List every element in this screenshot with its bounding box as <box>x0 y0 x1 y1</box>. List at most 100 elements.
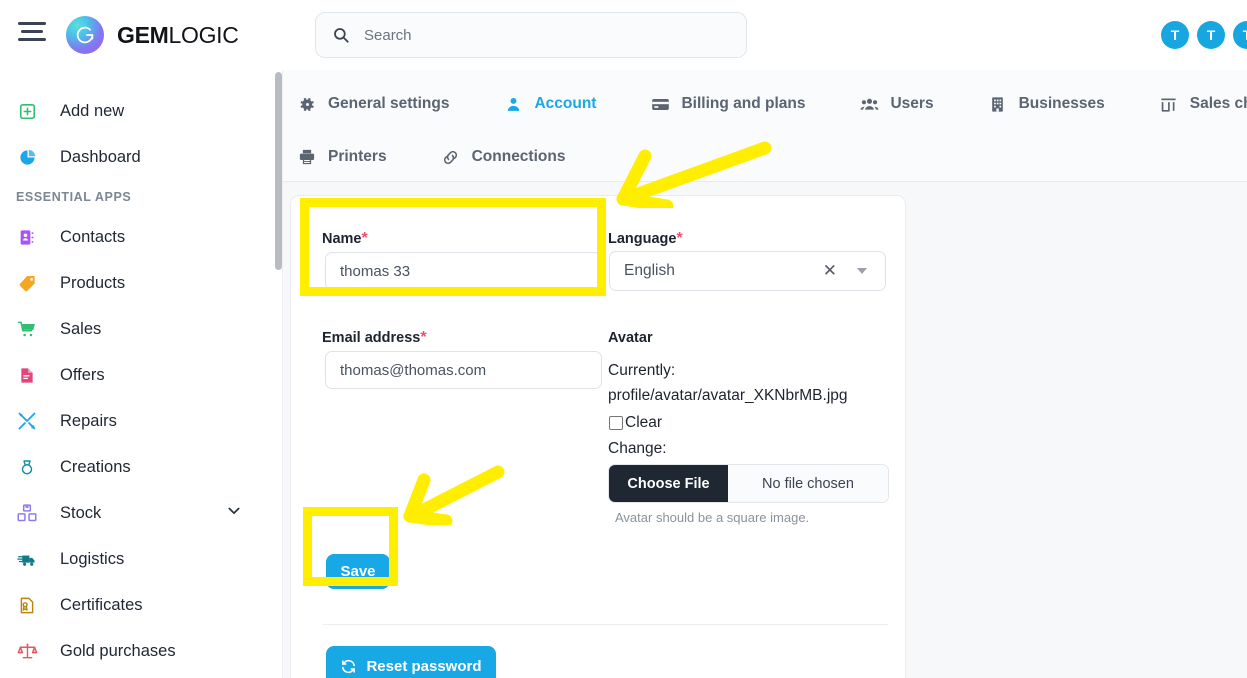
language-selected-value: English <box>624 262 675 279</box>
brand[interactable]: GEMLOGIC <box>66 16 239 54</box>
brand-name: GEMLOGIC <box>117 22 239 49</box>
reset-password-label: Reset password <box>366 658 482 675</box>
hamburger-menu-icon[interactable] <box>18 22 46 48</box>
name-label-text: Name <box>322 231 362 247</box>
sidebar-item-label: Offers <box>60 365 105 384</box>
tab-label: Users <box>890 95 934 112</box>
avatar-clear-row[interactable]: Clear <box>609 410 662 436</box>
tab-general-settings[interactable]: General settings <box>283 84 463 124</box>
gear-icon <box>297 94 317 114</box>
sidebar-item-creations[interactable]: Creations <box>0 444 274 490</box>
avatar-current-file: profile/avatar/avatar_XKNbrMB.jpg <box>608 387 848 404</box>
avatar-currently-label: Currently: <box>608 362 676 379</box>
sidebar-item-offers[interactable]: Offers <box>0 352 274 398</box>
avatar[interactable]: T <box>1233 21 1247 49</box>
reset-password-button[interactable]: Reset password <box>326 646 496 678</box>
name-input-value: thomas 33 <box>340 262 411 280</box>
brand-name-light: LOGIC <box>168 21 239 48</box>
tab-printers[interactable]: Printers <box>283 137 401 177</box>
boxes-icon <box>14 501 40 525</box>
tag-icon <box>14 271 40 295</box>
sidebar-scrollbar-thumb[interactable] <box>275 72 282 270</box>
sidebar-section-label: ESSENTIAL APPS <box>16 190 132 204</box>
language-label-text: Language <box>608 231 677 247</box>
gemlogic-g-logo <box>66 16 104 54</box>
user-icon <box>503 94 523 114</box>
sidebar-item-repairs[interactable]: Repairs <box>0 398 274 444</box>
tab-account[interactable]: Account <box>489 84 610 124</box>
required-mark: * <box>676 230 683 247</box>
tabs-row-2: Printers Connections <box>283 132 605 182</box>
sidebar-item-label: Dashboard <box>60 147 141 166</box>
sidebar-item-label: Sales <box>60 319 102 338</box>
sidebar-item-contacts[interactable]: Contacts <box>0 214 274 260</box>
refresh-sync-icon <box>340 658 357 675</box>
printer-icon <box>297 147 317 167</box>
email-input[interactable]: thomas@thomas.com <box>325 351 602 389</box>
address-book-icon <box>14 225 40 249</box>
search-bar[interactable] <box>315 12 747 58</box>
tab-label: Connections <box>471 148 566 165</box>
sidebar: Add new Dashboard ESSENTIAL APPS Contact… <box>0 70 274 678</box>
sidebar-item-label: Creations <box>60 457 131 476</box>
plus-square-icon <box>14 99 40 123</box>
app-root: GEMLOGIC T T T Add new <box>0 0 1247 678</box>
email-input-value: thomas@thomas.com <box>340 361 487 379</box>
sidebar-item-stock[interactable]: Stock <box>0 490 274 536</box>
avatar[interactable]: T <box>1161 21 1189 49</box>
shopping-cart-icon <box>14 317 40 341</box>
users-icon <box>859 94 879 114</box>
chevron-down-icon[interactable] <box>857 268 867 274</box>
account-form-card: Name* thomas 33 Language* English ✕ Emai… <box>290 195 906 678</box>
email-label-text: Email address <box>322 330 421 346</box>
clear-x-icon[interactable]: ✕ <box>823 261 837 281</box>
sidebar-item-label: Products <box>60 273 126 292</box>
tab-users[interactable]: Users <box>845 84 947 124</box>
search-icon <box>332 26 350 44</box>
sidebar-item-label: Stock <box>60 503 102 522</box>
tab-sales-channels[interactable]: Sales channels <box>1145 84 1247 124</box>
chevron-down-icon[interactable] <box>226 503 242 524</box>
required-mark: * <box>420 329 427 346</box>
save-button[interactable]: Save <box>326 554 390 589</box>
storefront-icon <box>1159 94 1179 114</box>
choose-file-button[interactable]: Choose File <box>609 465 728 502</box>
avatar-group: T T T <box>1161 21 1247 49</box>
tools-icon <box>14 409 40 433</box>
building-icon <box>988 94 1008 114</box>
sidebar-item-label: Add new <box>60 101 125 120</box>
sidebar-item-label: Contacts <box>60 227 126 246</box>
scales-icon <box>14 639 40 663</box>
sidebar-item-label: Logistics <box>60 549 125 568</box>
sidebar-item-add-new[interactable]: Add new <box>0 88 274 134</box>
offer-document-icon <box>14 363 40 387</box>
avatar-clear-checkbox[interactable] <box>609 416 623 430</box>
language-field-label: Language* <box>608 230 683 248</box>
tab-billing-and-plans[interactable]: Billing and plans <box>636 84 819 124</box>
sidebar-item-label: Gold purchases <box>60 641 176 660</box>
search-input[interactable] <box>362 25 702 45</box>
top-bar: GEMLOGIC T T T <box>0 0 1247 70</box>
avatar-file-input[interactable]: Choose File No file chosen <box>608 464 889 503</box>
certificate-icon <box>14 593 40 617</box>
avatar[interactable]: T <box>1197 21 1225 49</box>
tab-label: General settings <box>328 95 450 112</box>
sidebar-item-products[interactable]: Products <box>0 260 274 306</box>
name-field-label: Name* <box>322 230 368 248</box>
tab-label: Billing and plans <box>681 95 806 112</box>
tab-connections[interactable]: Connections <box>427 137 580 177</box>
sidebar-item-gold-purchases[interactable]: Gold purchases <box>0 628 274 674</box>
sidebar-item-logistics[interactable]: Logistics <box>0 536 274 582</box>
brand-name-bold: GEM <box>117 21 169 48</box>
tab-label: Printers <box>328 148 387 165</box>
sidebar-item-sales[interactable]: Sales <box>0 306 274 352</box>
avatar-change-label: Change: <box>608 440 667 457</box>
language-select[interactable]: English ✕ <box>609 251 886 291</box>
sidebar-item-certificates[interactable]: Certificates <box>0 582 274 628</box>
email-field-label: Email address* <box>322 329 427 347</box>
credit-card-icon <box>650 94 670 114</box>
sidebar-item-dashboard[interactable]: Dashboard <box>0 134 274 180</box>
content-area: General settings Account Billing and pla… <box>283 70 1247 678</box>
tab-businesses[interactable]: Businesses <box>974 84 1119 124</box>
name-input[interactable]: thomas 33 <box>325 252 602 290</box>
